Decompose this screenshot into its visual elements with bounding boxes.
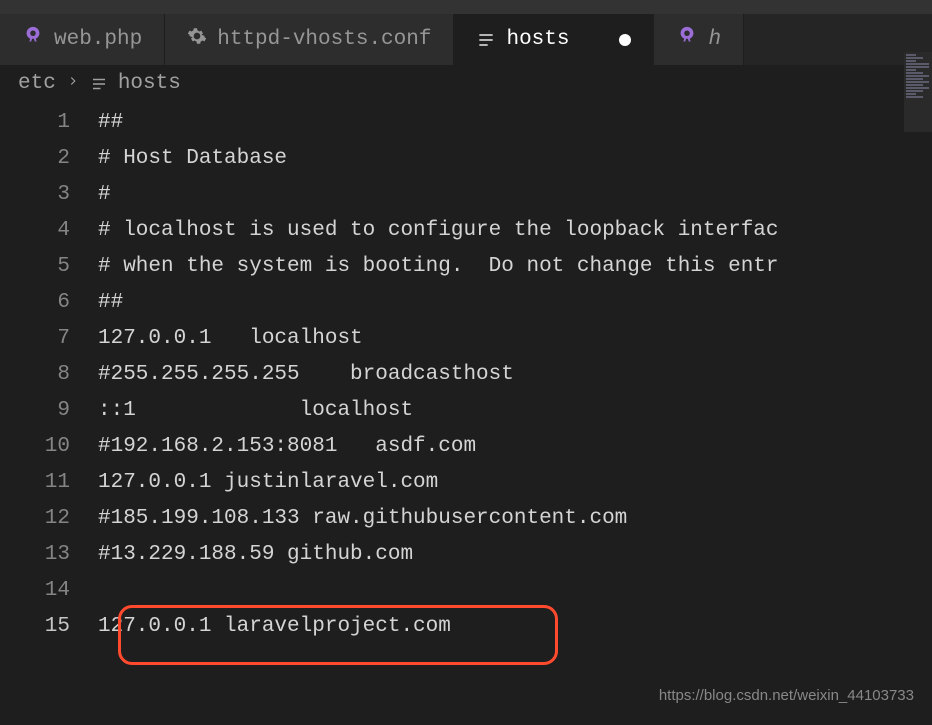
line-number-gutter: 123456789101112131415	[0, 101, 98, 725]
tab-web-php[interactable]: web.php	[0, 14, 165, 65]
tab-hosts[interactable]: hosts	[454, 14, 654, 65]
code-line[interactable]: ##	[98, 285, 932, 321]
code-line[interactable]: 127.0.0.1 laravelproject.com	[98, 609, 932, 645]
tab-httpd-vhosts[interactable]: httpd-vhosts.conf	[165, 14, 454, 65]
line-number: 2	[0, 141, 70, 177]
line-number: 5	[0, 249, 70, 285]
line-number: 8	[0, 357, 70, 393]
line-number: 9	[0, 393, 70, 429]
line-number: 4	[0, 213, 70, 249]
php-icon	[676, 25, 698, 54]
minimap-line	[906, 93, 916, 95]
minimap-line	[906, 57, 923, 59]
file-text-icon	[90, 75, 108, 93]
minimap-line	[906, 60, 916, 62]
code-line[interactable]: #	[98, 177, 932, 213]
breadcrumb-file: hosts	[118, 72, 181, 95]
code-line[interactable]: ##	[98, 105, 932, 141]
code-line[interactable]: 127.0.0.1 justinlaravel.com	[98, 465, 932, 501]
line-number: 7	[0, 321, 70, 357]
code-line[interactable]: #255.255.255.255 broadcasthost	[98, 357, 932, 393]
line-number: 6	[0, 285, 70, 321]
line-number: 15	[0, 609, 70, 645]
tab-bar: web.php httpd-vhosts.conf hosts h	[0, 14, 932, 66]
code-area[interactable]: ### Host Database## localhost is used to…	[98, 101, 932, 725]
tab-label: hosts	[506, 28, 569, 51]
line-number: 13	[0, 537, 70, 573]
code-line[interactable]: # Host Database	[98, 141, 932, 177]
code-line[interactable]: 127.0.0.1 localhost	[98, 321, 932, 357]
code-line[interactable]: # when the system is booting. Do not cha…	[98, 249, 932, 285]
code-line[interactable]: # localhost is used to configure the loo…	[98, 213, 932, 249]
code-line[interactable]: #192.168.2.153:8081 asdf.com	[98, 429, 932, 465]
window-top-strip	[0, 0, 932, 14]
minimap-line	[906, 66, 929, 68]
breadcrumb[interactable]: etc hosts	[0, 66, 932, 101]
line-number: 3	[0, 177, 70, 213]
file-text-icon	[476, 30, 496, 50]
minimap-line	[906, 72, 923, 74]
gear-icon	[187, 26, 207, 53]
minimap-line	[906, 90, 923, 92]
php-icon	[22, 25, 44, 54]
minimap-line	[906, 84, 923, 86]
line-number: 12	[0, 501, 70, 537]
minimap-line	[906, 81, 929, 83]
line-number: 10	[0, 429, 70, 465]
line-number: 11	[0, 465, 70, 501]
minimap-line	[906, 96, 923, 98]
line-number: 1	[0, 105, 70, 141]
code-line[interactable]	[98, 573, 932, 609]
code-line[interactable]: #185.199.108.133 raw.githubusercontent.c…	[98, 501, 932, 537]
tab-label: httpd-vhosts.conf	[217, 28, 431, 51]
minimap[interactable]	[904, 52, 932, 132]
code-line[interactable]: ::1 localhost	[98, 393, 932, 429]
breadcrumb-folder: etc	[18, 72, 56, 95]
modified-indicator-icon	[619, 34, 631, 46]
line-number: 14	[0, 573, 70, 609]
minimap-line	[906, 78, 923, 80]
tab-label: web.php	[54, 28, 142, 51]
minimap-line	[906, 63, 929, 65]
tab-label: h	[708, 28, 721, 51]
code-line[interactable]: #13.229.188.59 github.com	[98, 537, 932, 573]
watermark: https://blog.csdn.net/weixin_44103733	[659, 687, 914, 704]
tab-overflow[interactable]: h	[654, 14, 744, 65]
chevron-right-icon	[66, 72, 80, 95]
editor[interactable]: 123456789101112131415 ### Host Database#…	[0, 101, 932, 725]
minimap-line	[906, 87, 929, 89]
minimap-line	[906, 69, 916, 71]
minimap-line	[906, 54, 916, 56]
minimap-line	[906, 75, 929, 77]
